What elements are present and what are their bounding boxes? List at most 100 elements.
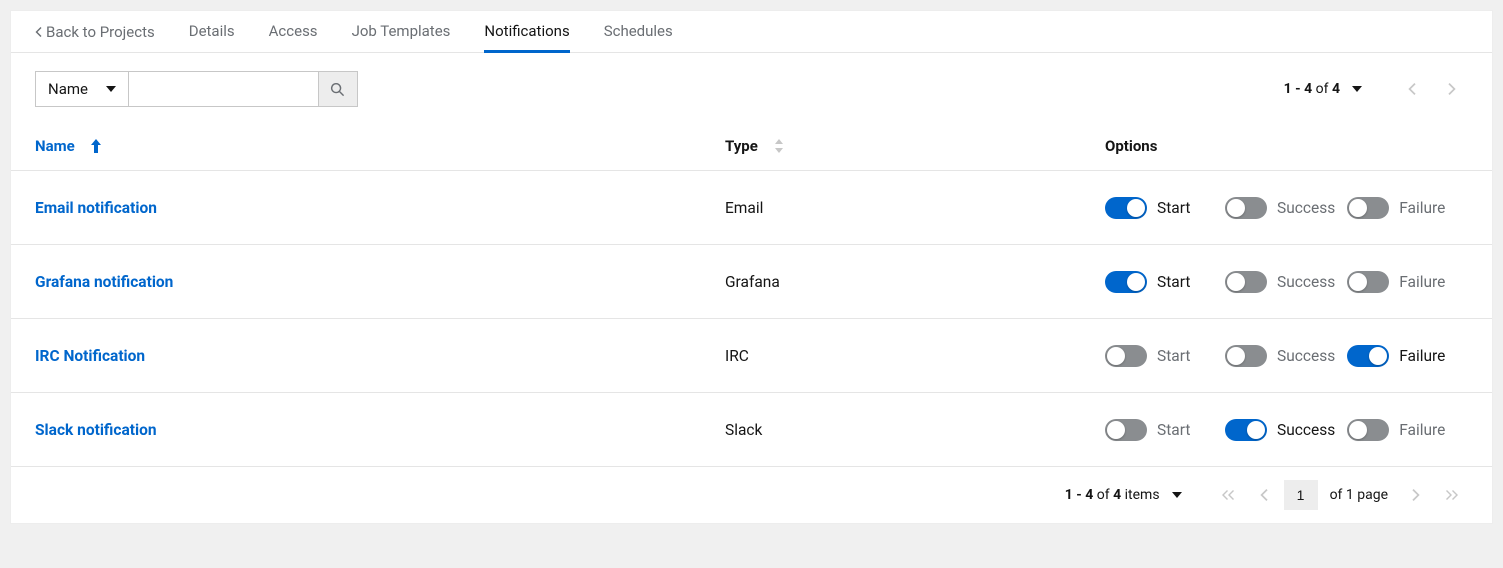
bottom-pagination: 1 - 4 of 4 items of 1 page xyxy=(11,467,1492,523)
per-page-caret-icon[interactable] xyxy=(1172,492,1182,498)
option-start: Start xyxy=(1105,419,1213,441)
option-label-success: Success xyxy=(1277,347,1335,365)
notification-name-link[interactable]: Slack notification xyxy=(35,421,157,439)
toggle-success[interactable] xyxy=(1225,419,1267,441)
toolbar: Name 1 - 4 of 4 xyxy=(11,53,1492,121)
cell-name: Grafana notification xyxy=(35,273,725,291)
toggle-knob xyxy=(1247,421,1265,439)
tab-access[interactable]: Access xyxy=(269,11,318,53)
table-row: Email notificationEmailStartSuccessFailu… xyxy=(11,171,1492,245)
table-row: IRC Notification IRC Start Success Failure xyxy=(11,319,1492,393)
toggle-failure[interactable] xyxy=(1347,271,1389,293)
toggle-success[interactable] xyxy=(1225,271,1267,293)
option-label-success: Success xyxy=(1277,199,1335,217)
cell-type: Slack xyxy=(725,421,1105,439)
tab-label: Job Templates xyxy=(352,22,451,40)
page-number-input[interactable] xyxy=(1284,480,1318,510)
tab-label: Notifications xyxy=(484,22,569,40)
prev-page-button[interactable] xyxy=(1396,73,1428,105)
sort-asc-icon xyxy=(91,139,101,153)
toggle-failure[interactable] xyxy=(1347,197,1389,219)
notification-name-link[interactable]: Email notification xyxy=(35,199,157,217)
page-of-label: of 1 page xyxy=(1330,487,1388,503)
option-failure: Failure xyxy=(1347,197,1445,219)
back-to-projects-link[interactable]: Back to Projects xyxy=(35,23,155,41)
next-page-button[interactable] xyxy=(1400,479,1432,511)
option-label-success: Success xyxy=(1277,273,1335,291)
cell-options: StartSuccessFailure xyxy=(1105,419,1468,441)
notifications-panel: Back to Projects Details Access Job Templa… xyxy=(10,10,1493,524)
column-options: Options xyxy=(1105,137,1468,155)
cell-name: IRC Notification xyxy=(35,347,725,365)
chevron-right-icon xyxy=(1412,489,1420,501)
option-label-success: Success xyxy=(1277,421,1335,439)
toggle-start[interactable] xyxy=(1105,271,1147,293)
toggle-knob xyxy=(1227,199,1245,217)
column-name[interactable]: Name xyxy=(35,137,725,155)
toggle-success[interactable] xyxy=(1225,197,1267,219)
chevron-double-left-icon xyxy=(1222,489,1234,501)
cell-type: IRC xyxy=(725,347,1105,365)
tab-label: Details xyxy=(189,22,235,40)
search-input[interactable] xyxy=(128,71,318,107)
first-page-button[interactable] xyxy=(1212,479,1244,511)
search-button[interactable] xyxy=(318,71,358,107)
option-start: Start xyxy=(1105,197,1213,219)
column-type[interactable]: Type xyxy=(725,137,1105,155)
option-start: Start xyxy=(1105,271,1213,293)
option-label-start: Start xyxy=(1157,347,1190,365)
cell-options: Start Success Failure xyxy=(1105,345,1468,367)
top-range-text: 1 - 4 of 4 xyxy=(1284,81,1340,97)
per-page-caret-icon[interactable] xyxy=(1352,86,1362,92)
notification-name-link[interactable]: Grafana notification xyxy=(35,273,173,291)
prev-page-button[interactable] xyxy=(1248,479,1280,511)
filter-group: Name xyxy=(35,71,358,107)
option-success: Success xyxy=(1225,197,1335,219)
toggle-failure[interactable] xyxy=(1347,419,1389,441)
chevron-left-icon xyxy=(35,27,42,37)
top-pagination: 1 - 4 of 4 xyxy=(1284,73,1468,105)
sort-both-icon xyxy=(774,139,784,153)
filter-field-select[interactable]: Name xyxy=(35,71,128,107)
toggle-knob xyxy=(1107,421,1125,439)
toggle-success[interactable] xyxy=(1225,345,1267,367)
option-success: Success xyxy=(1225,271,1335,293)
toggle-knob xyxy=(1107,347,1125,365)
option-failure: Failure xyxy=(1347,345,1445,367)
option-label-start: Start xyxy=(1157,273,1190,291)
tab-job-templates[interactable]: Job Templates xyxy=(352,11,451,53)
option-label-failure: Failure xyxy=(1399,347,1445,365)
toggle-start[interactable] xyxy=(1105,419,1147,441)
tab-details[interactable]: Details xyxy=(189,11,235,53)
toggle-knob xyxy=(1349,273,1367,291)
next-page-button[interactable] xyxy=(1436,73,1468,105)
search-icon xyxy=(330,82,345,97)
table-row: Grafana notificationGrafanaStartSuccessF… xyxy=(11,245,1492,319)
chevron-left-icon xyxy=(1408,83,1416,95)
toggle-start[interactable] xyxy=(1105,197,1147,219)
toggle-knob xyxy=(1369,347,1387,365)
cell-name: Email notification xyxy=(35,199,725,217)
filter-field-label: Name xyxy=(48,80,88,98)
tab-schedules[interactable]: Schedules xyxy=(604,11,673,53)
cell-options: Start Success Failure xyxy=(1105,271,1468,293)
tab-bar: Back to Projects Details Access Job Templa… xyxy=(11,11,1492,53)
tab-label: Schedules xyxy=(604,22,673,40)
option-success: Success xyxy=(1225,419,1335,441)
tab-label: Access xyxy=(269,22,318,40)
option-label-start: Start xyxy=(1157,421,1190,439)
option-failure: Failure xyxy=(1347,271,1445,293)
table-row: Slack notificationSlackStartSuccessFailu… xyxy=(11,393,1492,467)
cell-name: Slack notification xyxy=(35,421,725,439)
toggle-failure[interactable] xyxy=(1347,345,1389,367)
toggle-start[interactable] xyxy=(1105,345,1147,367)
notification-name-link[interactable]: IRC Notification xyxy=(35,347,145,365)
chevron-left-icon xyxy=(1260,489,1268,501)
tab-notifications[interactable]: Notifications xyxy=(484,11,569,53)
toggle-knob xyxy=(1349,199,1367,217)
toggle-knob xyxy=(1227,273,1245,291)
toggle-knob xyxy=(1349,421,1367,439)
last-page-button[interactable] xyxy=(1436,479,1468,511)
option-start: Start xyxy=(1105,345,1213,367)
chevron-double-right-icon xyxy=(1446,489,1458,501)
